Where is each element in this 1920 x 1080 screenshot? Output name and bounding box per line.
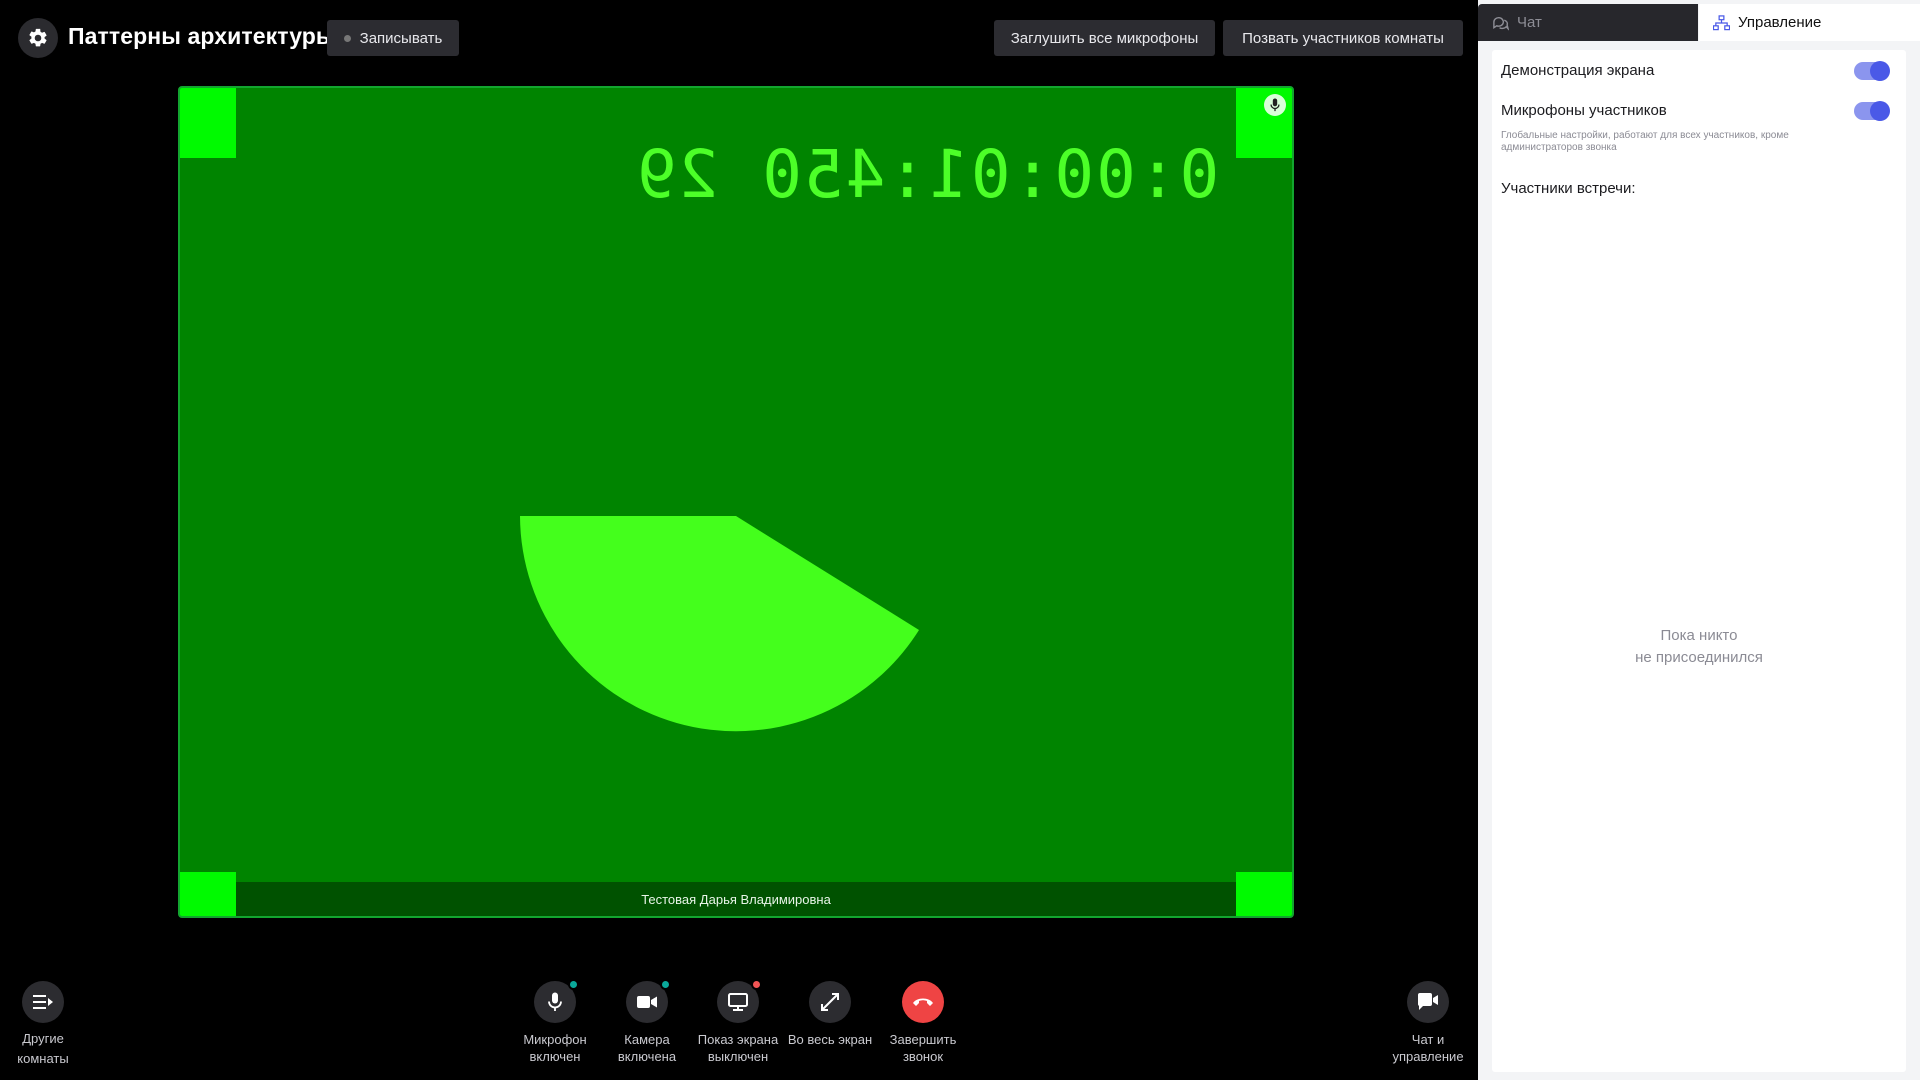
- other-rooms-label: Другие комнаты: [17, 1031, 69, 1066]
- chat-video-icon: [1417, 993, 1438, 1010]
- toggle-knob: [1870, 61, 1890, 81]
- gear-icon: [29, 28, 47, 47]
- participants-heading: Участники встречи:: [1501, 180, 1636, 197]
- invite-participants-button[interactable]: Позвать участников комнаты: [1223, 20, 1463, 56]
- hang-up-icon: [913, 998, 933, 1006]
- global-settings-hint: Глобальные настройки, работают для всех …: [1501, 130, 1789, 153]
- panel-tabs: Чат Управление: [1478, 4, 1920, 41]
- end-call-label: Завершить звонок: [889, 1032, 957, 1064]
- video-timer-text: 0:00:01:450 29: [635, 136, 1220, 213]
- camera-label: Камера включена: [617, 1032, 677, 1064]
- microphone-icon: [548, 992, 562, 1011]
- other-rooms-button[interactable]: Другие комнаты: [0, 981, 91, 1069]
- camera-toggle-button[interactable]: Камера включена: [599, 979, 695, 1065]
- screen-share-label: Показ экрана выключен: [697, 1032, 779, 1064]
- mic-label: Микрофон включен: [523, 1032, 587, 1064]
- participant-mics-toggle[interactable]: [1854, 101, 1890, 121]
- side-panel: Чат Управление Демонстрация экрана Микро…: [1478, 0, 1920, 1080]
- mic-toggle-button[interactable]: Микрофон включен: [507, 979, 603, 1065]
- participant-mics-setting-label: Микрофоны участников: [1501, 102, 1667, 119]
- fullscreen-label: Во весь экран: [787, 1032, 873, 1047]
- participant-name-bar: Тестовая Дарья Владимировна: [236, 882, 1236, 916]
- list-icon: [33, 995, 53, 1009]
- tab-chat-label: Чат: [1517, 14, 1542, 31]
- room-title: Паттерны архитектуры: [68, 23, 336, 49]
- video-corner-marker: [1236, 872, 1292, 916]
- tab-chat[interactable]: Чат: [1478, 4, 1698, 41]
- monitor-icon: [728, 993, 748, 1011]
- toggle-knob: [1870, 101, 1890, 121]
- empty-participants-message: Пока никто не присоединился: [1492, 625, 1906, 669]
- record-dot-icon: [343, 34, 351, 42]
- tile-mic-icon: [1264, 94, 1286, 116]
- manage-panel-body: Демонстрация экрана Микрофоны участников…: [1492, 50, 1906, 1072]
- mute-all-button[interactable]: Заглушить все микрофоны: [994, 20, 1215, 56]
- conference-app: Паттерны архитектуры Записывать Заглушит…: [0, 0, 1920, 1080]
- screen-share-status-dot: [751, 979, 762, 990]
- mic-status-dot: [568, 979, 579, 990]
- video-corner-marker: [180, 88, 236, 158]
- hierarchy-icon: [1713, 14, 1730, 30]
- camera-status-dot: [660, 979, 671, 990]
- screen-share-button[interactable]: Показ экрана выключен: [690, 979, 786, 1065]
- chat-icon: [1493, 16, 1509, 31]
- record-label: Записывать: [359, 29, 443, 47]
- expand-icon: [821, 993, 839, 1011]
- video-corner-marker: [180, 872, 236, 916]
- video-test-shape: [520, 516, 919, 732]
- empty-line-2: не присоединился: [1635, 649, 1763, 666]
- end-call-button[interactable]: Завершить звонок: [875, 981, 971, 1065]
- screen-share-toggle[interactable]: [1854, 61, 1890, 81]
- chat-manage-button[interactable]: Чат и управление: [1380, 981, 1476, 1065]
- chat-manage-label: Чат и управление: [1392, 1032, 1464, 1064]
- fullscreen-button[interactable]: Во весь экран: [782, 981, 878, 1048]
- tab-manage-label: Управление: [1738, 14, 1822, 31]
- tab-manage[interactable]: Управление: [1699, 4, 1920, 41]
- video-tile[interactable]: 0:00:01:450 29 Тестовая Дарья Владимиров…: [178, 86, 1294, 918]
- empty-line-1: Пока никто: [1660, 627, 1738, 644]
- record-button[interactable]: Записывать: [327, 20, 459, 56]
- screen-share-setting-label: Демонстрация экрана: [1501, 62, 1655, 79]
- settings-button[interactable]: [18, 18, 58, 58]
- camera-icon: [637, 996, 657, 1008]
